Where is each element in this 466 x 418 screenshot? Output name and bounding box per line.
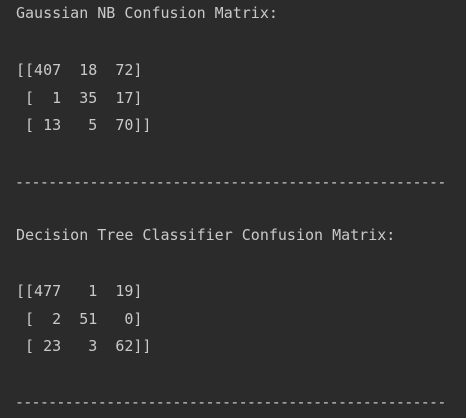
- console-output: Gaussian NB Confusion Matrix: [[407 18 7…: [0, 0, 466, 418]
- gaussian-matrix-row-1: [[407 18 72]: [16, 61, 143, 79]
- gaussian-matrix-row-2: [ 1 35 17]: [16, 89, 143, 107]
- tree-matrix-row-2: [ 2 51 0]: [16, 310, 143, 328]
- tree-matrix-row-3: [ 23 3 62]]: [16, 337, 152, 355]
- gaussian-matrix-row-3: [ 13 5 70]]: [16, 116, 152, 134]
- tree-matrix-row-1: [[477 1 19]: [16, 282, 143, 300]
- gaussian-nb-title: Gaussian NB Confusion Matrix:: [16, 4, 278, 22]
- separator-line: ----------------------------------------…: [15, 393, 446, 411]
- separator-line: ----------------------------------------…: [15, 173, 446, 191]
- decision-tree-title: Decision Tree Classifier Confusion Matri…: [16, 226, 396, 244]
